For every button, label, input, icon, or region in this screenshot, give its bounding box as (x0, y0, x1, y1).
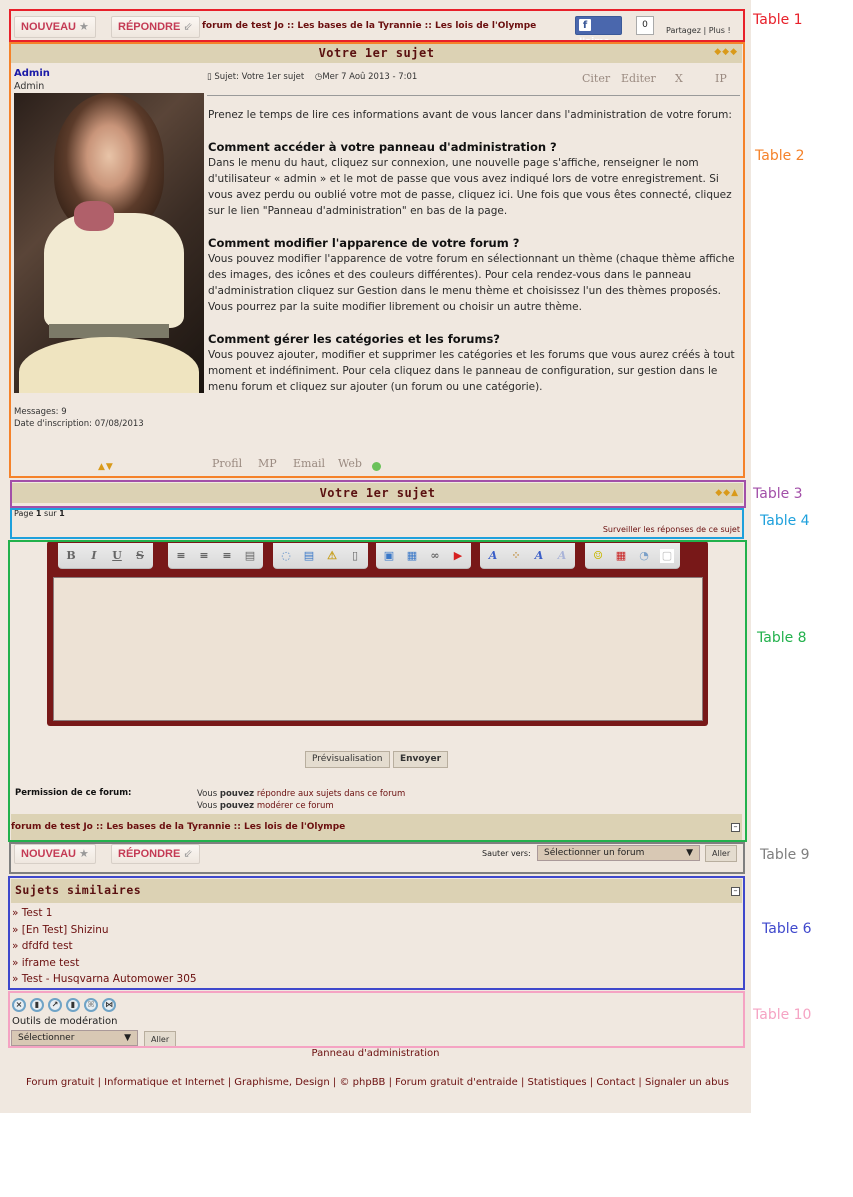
annotation-box-table2 (9, 42, 745, 478)
footer-link[interactable]: Informatique et Internet (104, 1077, 224, 1088)
annotation-box-table3 (10, 480, 746, 508)
annotation-label-table8: Table 8 (757, 630, 807, 646)
footer-link[interactable]: Signaler un abus (645, 1077, 729, 1088)
annotation-box-table8 (8, 540, 747, 842)
footer-link[interactable]: Forum gratuit d'entraide (395, 1077, 518, 1088)
footer-link[interactable]: Statistiques (528, 1077, 587, 1088)
annotation-box-table4 (10, 508, 744, 539)
admin-panel-link[interactable]: Panneau d'administration (0, 1048, 751, 1059)
annotation-box-table1 (9, 9, 745, 42)
annotation-label-table4: Table 4 (760, 513, 810, 529)
annotation-label-table1: Table 1 (753, 12, 803, 28)
footer-link[interactable]: © phpBB (339, 1077, 385, 1088)
annotation-box-table9 (9, 842, 745, 874)
footer-link[interactable]: Forum gratuit (26, 1077, 94, 1088)
annotation-label-table10: Table 10 (753, 1007, 812, 1023)
annotation-label-table9: Table 9 (760, 847, 810, 863)
annotation-label-table3: Table 3 (753, 486, 803, 502)
footer-links: Forum gratuit | Informatique et Internet… (25, 1077, 730, 1088)
footer-link[interactable]: Graphisme, Design (234, 1077, 329, 1088)
annotation-label-table2: Table 2 (755, 148, 805, 164)
annotation-box-table6 (8, 876, 745, 990)
annotation-label-table6: Table 6 (762, 921, 812, 937)
footer-link[interactable]: Contact (596, 1077, 635, 1088)
annotation-box-table10 (8, 991, 745, 1048)
